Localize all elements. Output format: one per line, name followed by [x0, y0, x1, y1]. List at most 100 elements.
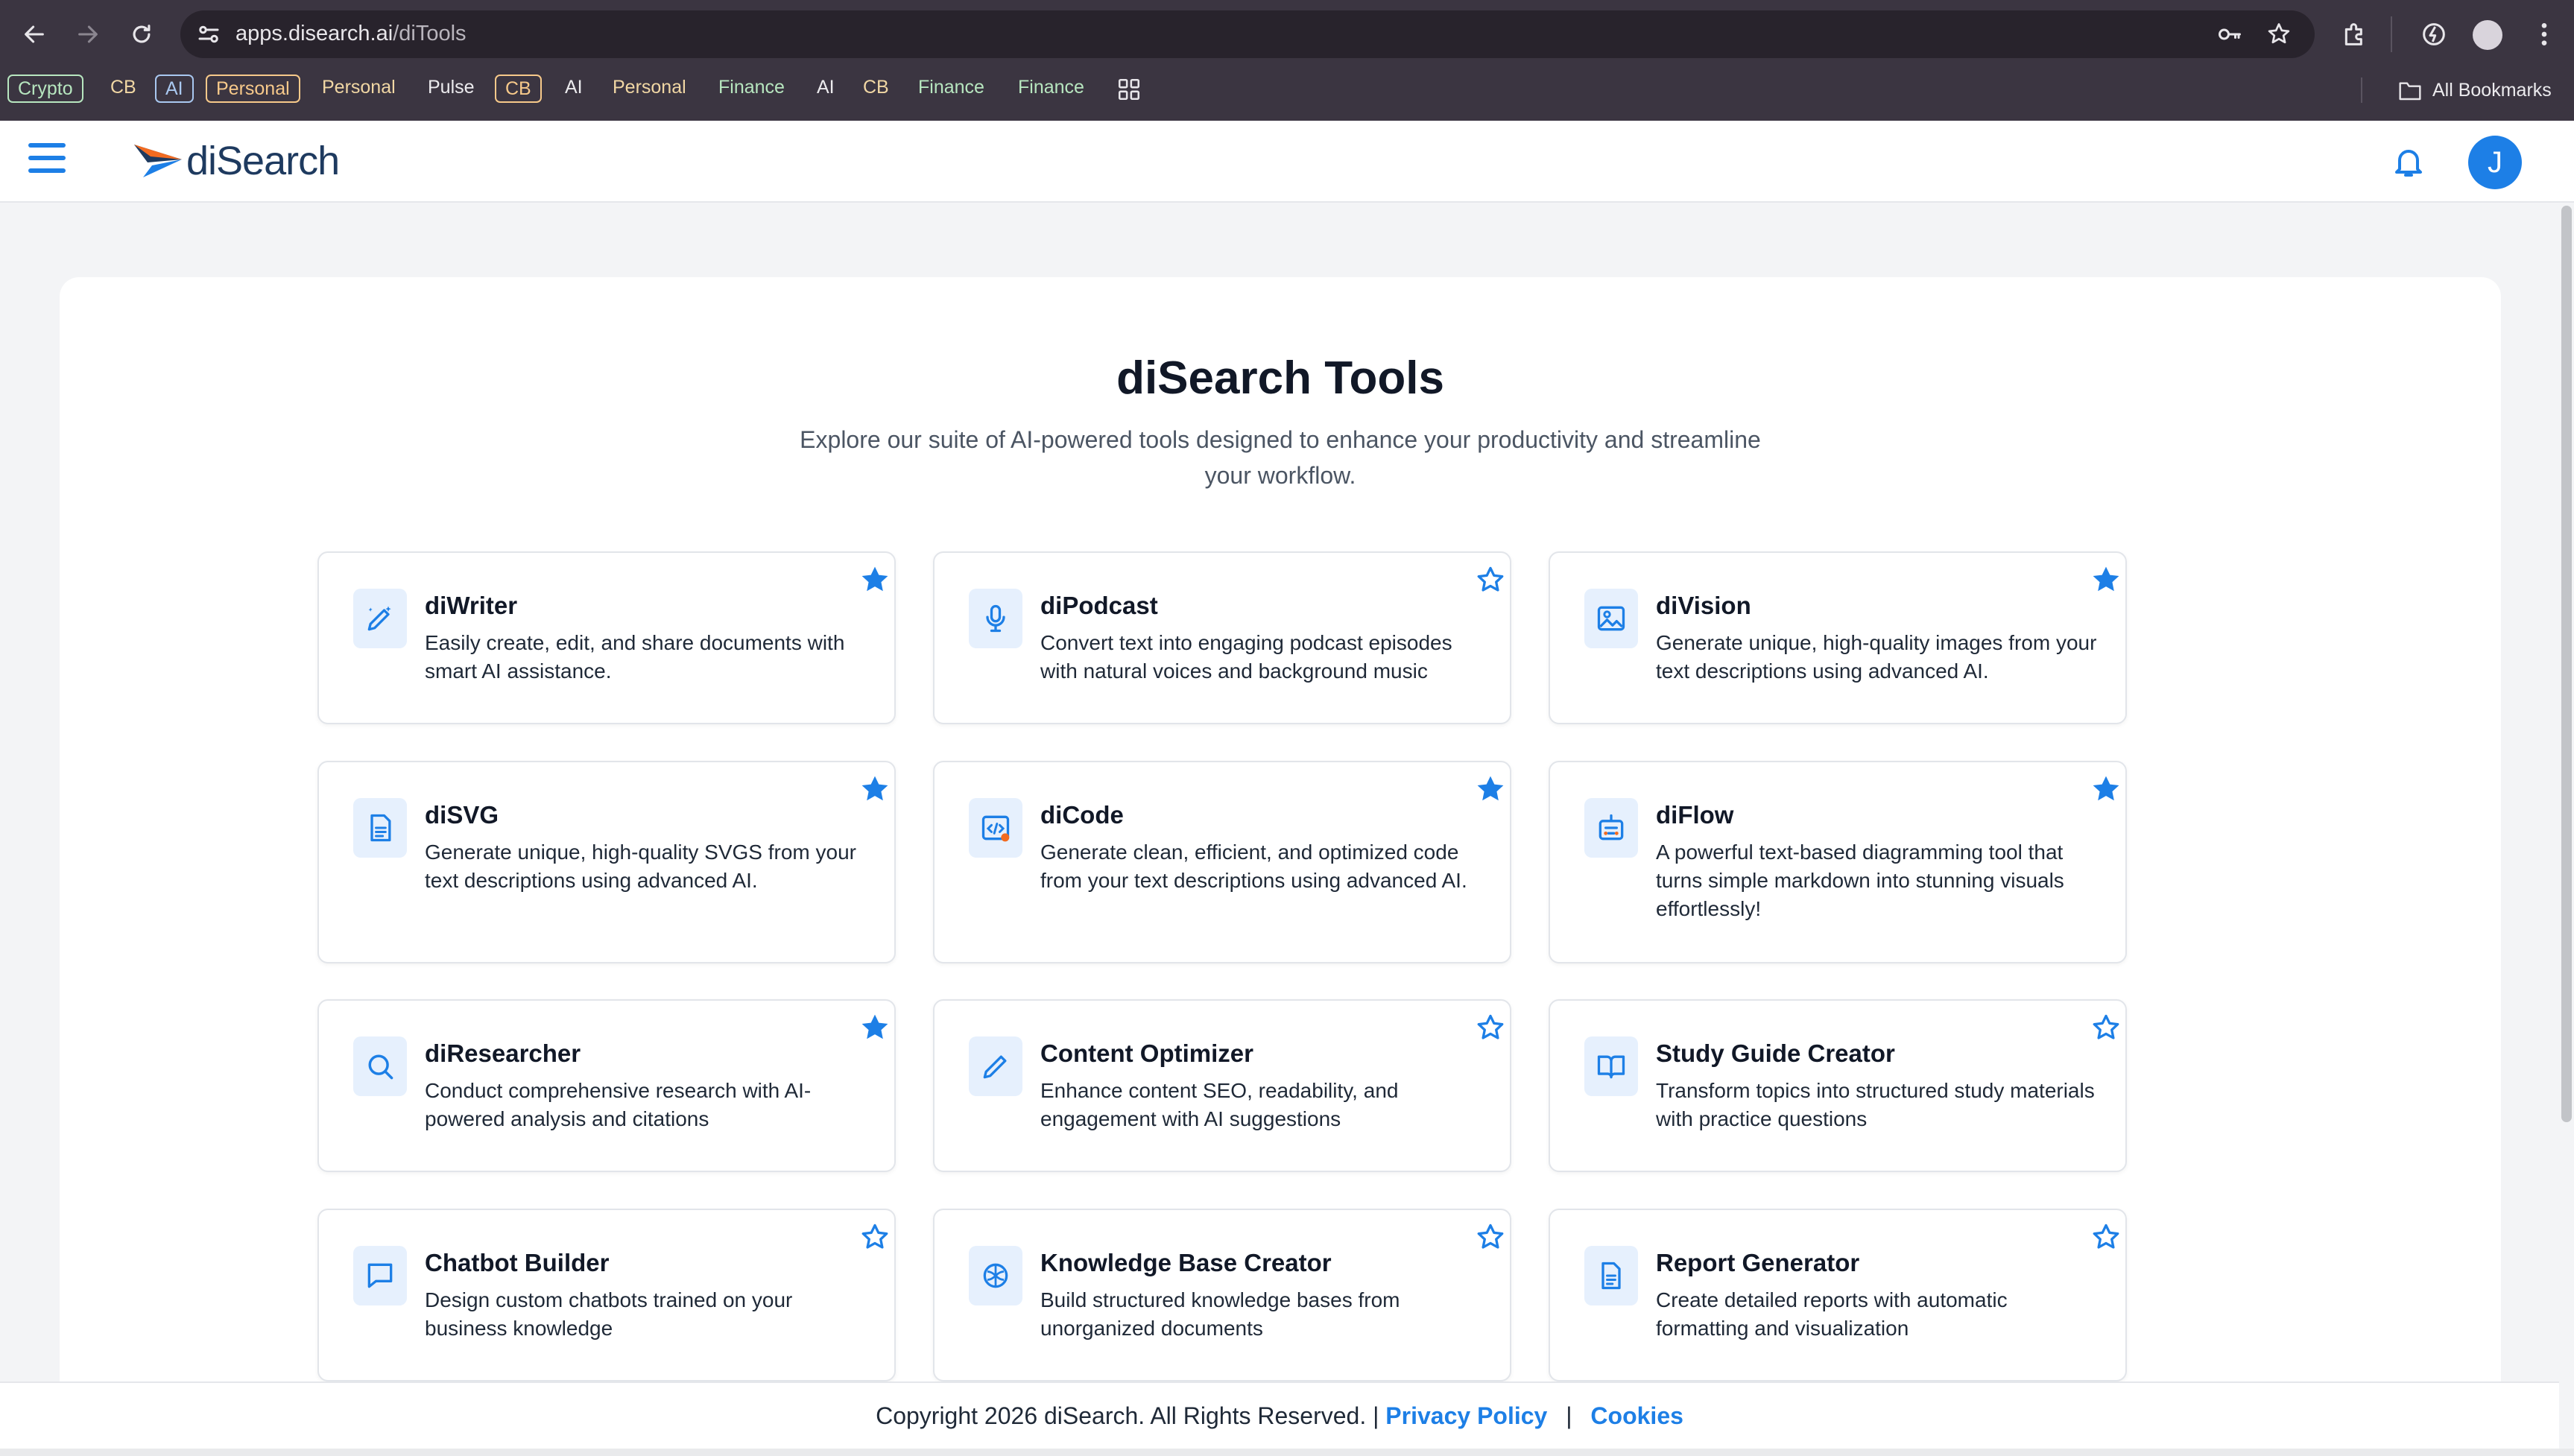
back-button[interactable]	[19, 19, 49, 49]
folder-icon	[2399, 82, 2421, 101]
tool-icon-tile	[1584, 1036, 1638, 1096]
tool-title: Knowledge Base Creator	[1040, 1249, 1332, 1276]
tool-title: Chatbot Builder	[425, 1249, 610, 1276]
tool-card[interactable]: Chatbot Builder Design custom chatbots tr…	[317, 1209, 896, 1381]
document-icon	[1601, 1262, 1621, 1290]
bookmark-star-icon[interactable]	[2265, 21, 2292, 48]
bookmark-item[interactable]: CB	[854, 75, 898, 103]
bookmark-item[interactable]: Crypto	[7, 75, 83, 103]
notifications-bell-icon[interactable]	[2391, 143, 2426, 180]
tool-title: Content Optimizer	[1040, 1039, 1253, 1067]
tool-icon-tile	[969, 1036, 1022, 1096]
favorite-star-outline-icon[interactable]	[1474, 1011, 1507, 1044]
url-bar[interactable]: apps.disearch.ai/diTools	[180, 10, 2315, 58]
favorite-star-filled-icon[interactable]	[2090, 563, 2122, 596]
all-bookmarks-button[interactable]: All Bookmarks	[2398, 77, 2552, 103]
forward-button[interactable]	[73, 19, 103, 49]
favorite-star-outline-icon[interactable]	[1474, 1221, 1507, 1253]
tools-panel: diSearch Tools Explore our suite of AI-p…	[60, 277, 2501, 1456]
tool-card[interactable]: Knowledge Base Creator Build structured k…	[933, 1209, 1511, 1381]
user-avatar[interactable]: J	[2468, 136, 2522, 189]
footer: Copyright 2026 diSearch. All Rights Rese…	[0, 1381, 2559, 1449]
bookmarks-bar: Crypto CB AI Personal Personal Pulse CB AI Perso…	[0, 69, 2574, 110]
scrollbar-thumb[interactable]	[2561, 206, 2572, 1122]
cookies-link[interactable]: Cookies	[1590, 1402, 1683, 1429]
tool-icon-tile	[353, 1246, 407, 1305]
menu-icon[interactable]	[28, 143, 66, 179]
tool-card[interactable]: diPodcast Convert text into engaging podc…	[933, 551, 1511, 724]
apps-grid-icon[interactable]	[1116, 77, 1142, 102]
tool-card[interactable]: diFlow A powerful text-based diagramming …	[1549, 761, 2127, 963]
bookmark-item[interactable]: Finance	[1009, 75, 1093, 103]
reload-button[interactable]	[127, 19, 156, 49]
code-window-icon	[981, 815, 1010, 842]
tool-title: diWriter	[425, 592, 518, 619]
tool-card[interactable]: diResearcher Conduct comprehensive resear…	[317, 999, 896, 1172]
tool-title: diResearcher	[425, 1039, 581, 1067]
bookmark-item[interactable]: Finance	[909, 75, 993, 103]
favorite-star-outline-icon[interactable]	[2090, 1221, 2122, 1253]
tool-title: diVision	[1656, 592, 1751, 619]
url-text: apps.disearch.ai/diTools	[235, 22, 467, 46]
favorite-star-filled-icon[interactable]	[2090, 773, 2122, 805]
privacy-policy-link[interactable]: Privacy Policy	[1385, 1402, 1547, 1429]
url-path: /diTools	[393, 22, 467, 45]
tool-card[interactable]: diVision Generate unique, high-quality im…	[1549, 551, 2127, 724]
bookmarks-divider	[2361, 77, 2362, 103]
logo[interactable]: diSearch	[133, 137, 340, 185]
site-settings-icon[interactable]	[195, 21, 222, 48]
tool-card[interactable]: diCode Generate clean, efficient, and opt…	[933, 761, 1511, 963]
bookmark-item[interactable]: CB	[101, 75, 145, 103]
chat-bubble-icon	[367, 1263, 393, 1288]
tool-icon-tile	[1584, 1246, 1638, 1305]
logo-mark-icon	[134, 145, 182, 177]
favorite-star-filled-icon[interactable]	[1474, 773, 1507, 805]
tool-card[interactable]: Report Generator Create detailed reports …	[1549, 1209, 2127, 1381]
bookmark-item[interactable]: CB	[495, 75, 542, 103]
tool-description: A powerful text-based diagramming tool t…	[1656, 841, 2064, 920]
image-icon	[1597, 606, 1625, 631]
tool-description: Design custom chatbots trained on your b…	[425, 1288, 793, 1340]
browser-chrome: apps.disearch.ai/diTools Crypto CB AI Perso…	[0, 0, 2574, 121]
address-row: apps.disearch.ai/diTools	[0, 0, 2574, 69]
browser-profile-icon[interactable]	[2473, 20, 2502, 50]
footer-divider: |	[1566, 1402, 1572, 1429]
favorite-star-outline-icon[interactable]	[858, 1221, 891, 1253]
bookmark-item[interactable]: AI	[155, 75, 194, 103]
favorite-star-filled-icon[interactable]	[858, 563, 891, 596]
more-menu-icon[interactable]	[2529, 19, 2559, 49]
arrow-right-icon	[78, 25, 98, 43]
tool-description: Enhance content SEO, readability, and en…	[1040, 1079, 1399, 1130]
password-key-icon[interactable]	[2216, 21, 2243, 48]
arrow-left-icon	[25, 25, 44, 43]
tool-title: Study Guide Creator	[1656, 1039, 1895, 1067]
performance-icon[interactable]	[2419, 19, 2449, 49]
bookmark-item[interactable]: Personal	[313, 75, 405, 103]
bookmark-item[interactable]: AI	[808, 75, 844, 103]
chrome-separator	[2391, 16, 2392, 52]
tool-card[interactable]: Content Optimizer Enhance content SEO, re…	[933, 999, 1511, 1172]
tool-icon-tile	[969, 798, 1022, 858]
favorite-star-outline-icon[interactable]	[2090, 1011, 2122, 1044]
tool-icon-tile	[353, 1036, 407, 1096]
bookmark-item[interactable]: Finance	[709, 75, 794, 103]
tool-description: Create detailed reports with automatic f…	[1656, 1288, 2008, 1340]
tool-icon-tile	[353, 798, 407, 858]
favorite-star-outline-icon[interactable]	[1474, 563, 1507, 596]
tool-description: Build structured knowledge bases from un…	[1040, 1288, 1400, 1340]
favorite-star-filled-icon[interactable]	[858, 1011, 891, 1044]
favorite-star-filled-icon[interactable]	[858, 773, 891, 805]
tool-card[interactable]: Study Guide Creator Transform topics into…	[1549, 999, 2127, 1172]
tool-card[interactable]: diSVG Generate unique, high-quality SVGS …	[317, 761, 896, 963]
extensions-icon[interactable]	[2340, 19, 2370, 49]
book-icon	[1597, 1055, 1625, 1079]
bookmark-item[interactable]: Personal	[206, 75, 300, 103]
tool-title: diPodcast	[1040, 592, 1158, 619]
tool-card[interactable]: diWriter Easily create, edit, and share d…	[317, 551, 896, 724]
bookmark-item[interactable]: Pulse	[419, 75, 484, 103]
bookmark-item[interactable]: Personal	[604, 75, 695, 103]
bookmark-item[interactable]: AI	[556, 75, 592, 103]
tool-title: diCode	[1040, 801, 1124, 829]
tool-icon-tile	[969, 589, 1022, 648]
tool-description: Generate clean, efficient, and optimized…	[1040, 841, 1467, 892]
